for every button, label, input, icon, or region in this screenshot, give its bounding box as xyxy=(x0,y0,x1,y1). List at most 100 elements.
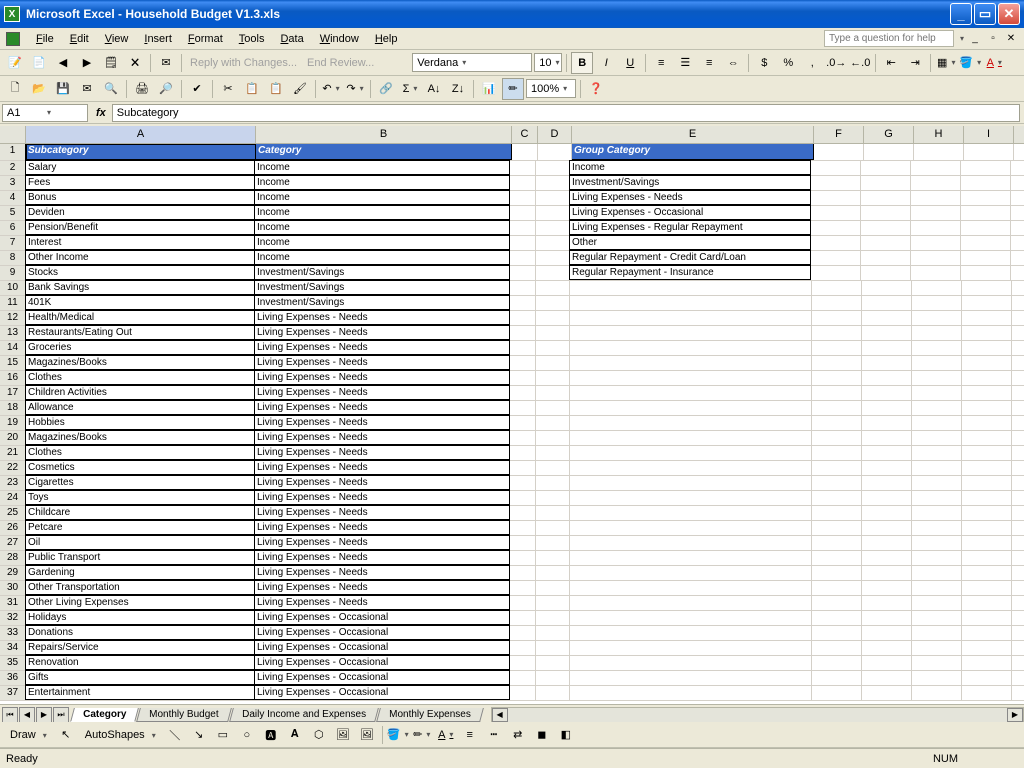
borders-button[interactable]: ▦▾ xyxy=(935,52,957,74)
cell-E2[interactable]: Income xyxy=(569,160,811,175)
arrow-style-icon[interactable]: ⇄ xyxy=(507,724,529,746)
cell-C32[interactable] xyxy=(510,611,536,625)
row-header[interactable]: 1 xyxy=(0,144,26,160)
cell-A10[interactable]: Bank Savings xyxy=(25,280,255,295)
fill-color-icon[interactable]: 🪣▾ xyxy=(387,724,409,746)
menu-help[interactable]: Help xyxy=(367,31,406,47)
cell-C4[interactable] xyxy=(510,191,536,205)
cell-D17[interactable] xyxy=(536,386,570,400)
cell-B25[interactable]: Living Expenses - Needs xyxy=(254,505,510,520)
line-color-icon[interactable]: ✏▾ xyxy=(411,724,433,746)
shadow-icon[interactable]: ◼ xyxy=(531,724,553,746)
cell-G10[interactable] xyxy=(862,281,912,295)
cell-E19[interactable] xyxy=(570,416,812,430)
cell-B33[interactable]: Living Expenses - Occasional xyxy=(254,625,510,640)
row-header[interactable]: 5 xyxy=(0,206,26,220)
cell-D25[interactable] xyxy=(536,506,570,520)
cell-A7[interactable]: Interest xyxy=(25,235,255,250)
menu-edit[interactable]: Edit xyxy=(62,31,97,47)
cell-E13[interactable] xyxy=(570,326,812,340)
row-header[interactable]: 8 xyxy=(0,251,26,265)
chart-wizard-icon[interactable]: 📊 xyxy=(478,78,500,100)
cell-G28[interactable] xyxy=(862,551,912,565)
cell-B14[interactable]: Living Expenses - Needs xyxy=(254,340,510,355)
cell-B1[interactable]: Category xyxy=(256,144,512,160)
textbox-icon[interactable]: 🅰 xyxy=(260,724,282,746)
cell-G27[interactable] xyxy=(862,536,912,550)
cell-I11[interactable] xyxy=(962,296,1012,310)
italic-button[interactable]: I xyxy=(595,52,617,74)
cell-C30[interactable] xyxy=(510,581,536,595)
cell-B30[interactable]: Living Expenses - Needs xyxy=(254,580,510,595)
doc-close-button[interactable]: ✕ xyxy=(1004,32,1018,46)
cell-G17[interactable] xyxy=(862,386,912,400)
cell-G21[interactable] xyxy=(862,446,912,460)
cell-D7[interactable] xyxy=(536,236,570,250)
cell-I15[interactable] xyxy=(962,356,1012,370)
cell-A21[interactable]: Clothes xyxy=(25,445,255,460)
wordart-icon[interactable]: 𝐀 xyxy=(284,724,306,746)
column-header-B[interactable]: B xyxy=(256,126,512,143)
cell-A12[interactable]: Health/Medical xyxy=(25,310,255,325)
cell-E11[interactable] xyxy=(570,296,812,310)
cell-G2[interactable] xyxy=(861,161,911,175)
grid-body[interactable]: 1SubcategoryCategoryGroup Category2Salar… xyxy=(0,144,1024,728)
cell-C37[interactable] xyxy=(510,686,536,700)
delete-comment-icon[interactable]: 🗙 xyxy=(124,52,146,74)
cell-H29[interactable] xyxy=(912,566,962,580)
line-style-icon[interactable]: ≡ xyxy=(459,724,481,746)
cell-E30[interactable] xyxy=(570,581,812,595)
cell-E4[interactable]: Living Expenses - Needs xyxy=(569,190,811,205)
cell-F37[interactable] xyxy=(812,686,862,700)
cell-B10[interactable]: Investment/Savings xyxy=(254,280,510,295)
cell-B21[interactable]: Living Expenses - Needs xyxy=(254,445,510,460)
cell-H28[interactable] xyxy=(912,551,962,565)
cell-E31[interactable] xyxy=(570,596,812,610)
cell-D22[interactable] xyxy=(536,461,570,475)
cell-I8[interactable] xyxy=(961,251,1011,265)
cell-I26[interactable] xyxy=(962,521,1012,535)
cell-G18[interactable] xyxy=(862,401,912,415)
row-header[interactable]: 24 xyxy=(0,491,26,505)
cell-A30[interactable]: Other Transportation xyxy=(25,580,255,595)
maximize-button[interactable]: ▭ xyxy=(974,3,996,25)
cell-D29[interactable] xyxy=(536,566,570,580)
3d-icon[interactable]: ◧ xyxy=(555,724,577,746)
cell-F24[interactable] xyxy=(812,491,862,505)
row-header[interactable]: 7 xyxy=(0,236,26,250)
row-header[interactable]: 27 xyxy=(0,536,26,550)
cell-D12[interactable] xyxy=(536,311,570,325)
decrease-indent-button[interactable]: ⇤ xyxy=(880,52,902,74)
cell-C35[interactable] xyxy=(510,656,536,670)
cell-A22[interactable]: Cosmetics xyxy=(25,460,255,475)
row-header[interactable]: 15 xyxy=(0,356,26,370)
align-left-button[interactable]: ≡ xyxy=(650,52,672,74)
column-header-H[interactable]: H xyxy=(914,126,964,143)
cell-C1[interactable] xyxy=(512,144,538,160)
cell-G32[interactable] xyxy=(862,611,912,625)
cell-I34[interactable] xyxy=(962,641,1012,655)
select-objects-icon[interactable]: ↖ xyxy=(55,724,77,746)
sort-desc-button[interactable]: Z↓ xyxy=(447,78,469,100)
cell-F19[interactable] xyxy=(812,416,862,430)
cell-C7[interactable] xyxy=(510,236,536,250)
cell-B36[interactable]: Living Expenses - Occasional xyxy=(254,670,510,685)
cell-C19[interactable] xyxy=(510,416,536,430)
cell-A3[interactable]: Fees xyxy=(25,175,255,190)
close-button[interactable]: ✕ xyxy=(998,3,1020,25)
cell-H31[interactable] xyxy=(912,596,962,610)
cell-B37[interactable]: Living Expenses - Occasional xyxy=(254,685,510,700)
font-color-icon[interactable]: A▾ xyxy=(435,724,457,746)
clipart-icon[interactable]: 🖼 xyxy=(332,724,354,746)
percent-button[interactable]: % xyxy=(777,52,799,74)
cell-I5[interactable] xyxy=(961,206,1011,220)
cell-H37[interactable] xyxy=(912,686,962,700)
spelling-icon[interactable]: ✔ xyxy=(186,78,208,100)
cell-A37[interactable]: Entertainment xyxy=(25,685,255,700)
select-all-corner[interactable] xyxy=(0,126,26,143)
cell-F23[interactable] xyxy=(812,476,862,490)
menu-insert[interactable]: Insert xyxy=(136,31,180,47)
cell-B23[interactable]: Living Expenses - Needs xyxy=(254,475,510,490)
cell-G35[interactable] xyxy=(862,656,912,670)
cell-G26[interactable] xyxy=(862,521,912,535)
